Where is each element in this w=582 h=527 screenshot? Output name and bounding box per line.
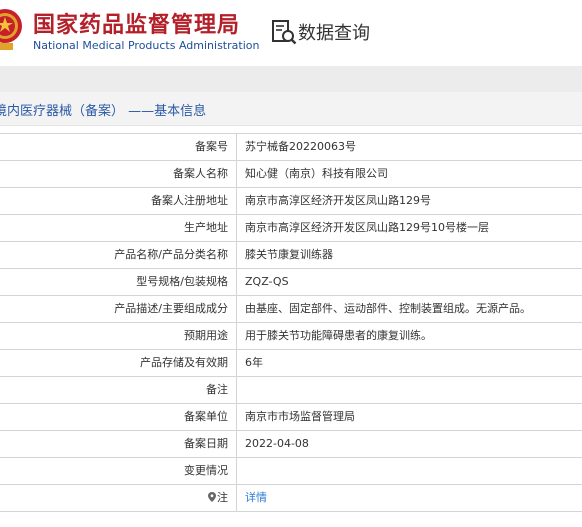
note-label: 注: [217, 491, 228, 504]
details-link[interactable]: 详情: [245, 491, 267, 504]
note-label-cell: 注: [0, 485, 237, 511]
brand-name-en: National Medical Products Administration: [33, 39, 260, 52]
field-value: [237, 377, 582, 403]
record-table: 备案号 苏宁械备20220063号 备案人名称 知心健（南京）科技有限公司 备案人注册地…: [0, 133, 582, 512]
table-row: 产品描述/主要组成成分 由基座、固定部件、运动部件、控制装置组成。无源产品。: [0, 296, 582, 323]
field-value: 6年: [245, 356, 263, 369]
table-row: 变更情况: [0, 458, 582, 485]
table-row: 预期用途 用于膝关节功能障碍患者的康复训练。: [0, 323, 582, 350]
table-row-note: 注 详情: [0, 485, 582, 512]
table-row: 备案号 苏宁械备20220063号: [0, 134, 582, 161]
field-label: 产品名称/产品分类名称: [0, 242, 237, 268]
field-label: 备案单位: [0, 404, 237, 430]
field-value: [237, 458, 582, 484]
field-label: 产品描述/主要组成成分: [0, 296, 237, 322]
field-value: 南京市高淳区经济开发区凤山路129号: [245, 194, 431, 207]
field-label: 备案人名称: [0, 161, 237, 187]
header-divider-band: [0, 66, 582, 92]
table-row: 产品名称/产品分类名称 膝关节康复训练器: [0, 242, 582, 269]
field-label: 变更情况: [0, 458, 237, 484]
field-value: 用于膝关节功能障碍患者的康复训练。: [245, 329, 432, 342]
table-row: 备注: [0, 377, 582, 404]
page-title: 数据查询: [298, 23, 370, 44]
field-label: 备注: [0, 377, 237, 403]
location-pin-icon: [208, 492, 216, 502]
data-query-icon: [272, 20, 297, 45]
field-value: 南京市市场监督管理局: [245, 410, 355, 423]
breadcrumb: 境内医疗器械（备案） ——基本信息: [0, 92, 582, 126]
field-label: 备案人注册地址: [0, 188, 237, 214]
field-label: 预期用途: [0, 323, 237, 349]
site-header: 国家药品监督管理局 National Medical Products Admi…: [0, 0, 582, 64]
breadcrumb-text: 境内医疗器械（备案） ——基本信息: [0, 104, 207, 119]
national-emblem-icon: [0, 9, 22, 50]
field-value: 苏宁械备20220063号: [245, 140, 356, 153]
field-value: 知心健（南京）科技有限公司: [245, 167, 388, 180]
table-row: 生产地址 南京市高淳区经济开发区凤山路129号10号楼一层: [0, 215, 582, 242]
table-row: 备案人注册地址 南京市高淳区经济开发区凤山路129号: [0, 188, 582, 215]
field-label: 备案日期: [0, 431, 237, 457]
table-row: 备案人名称 知心健（南京）科技有限公司: [0, 161, 582, 188]
table-row: 型号规格/包装规格 ZQZ-QS: [0, 269, 582, 296]
field-label: 型号规格/包装规格: [0, 269, 237, 295]
field-value: 由基座、固定部件、运动部件、控制装置组成。无源产品。: [245, 302, 531, 315]
field-value: ZQZ-QS: [245, 275, 289, 288]
brand-name-cn: 国家药品监督管理局: [33, 13, 241, 38]
table-row: 备案单位 南京市市场监督管理局: [0, 404, 582, 431]
field-value: 膝关节康复训练器: [245, 248, 333, 261]
table-row: 产品存储及有效期 6年: [0, 350, 582, 377]
field-label: 生产地址: [0, 215, 237, 241]
field-value: 2022-04-08: [245, 437, 309, 450]
table-row: 备案日期 2022-04-08: [0, 431, 582, 458]
field-value: 南京市高淳区经济开发区凤山路129号10号楼一层: [245, 221, 489, 234]
note-value-cell: 详情: [237, 485, 582, 511]
field-label: 产品存储及有效期: [0, 350, 237, 376]
field-label: 备案号: [0, 134, 237, 160]
